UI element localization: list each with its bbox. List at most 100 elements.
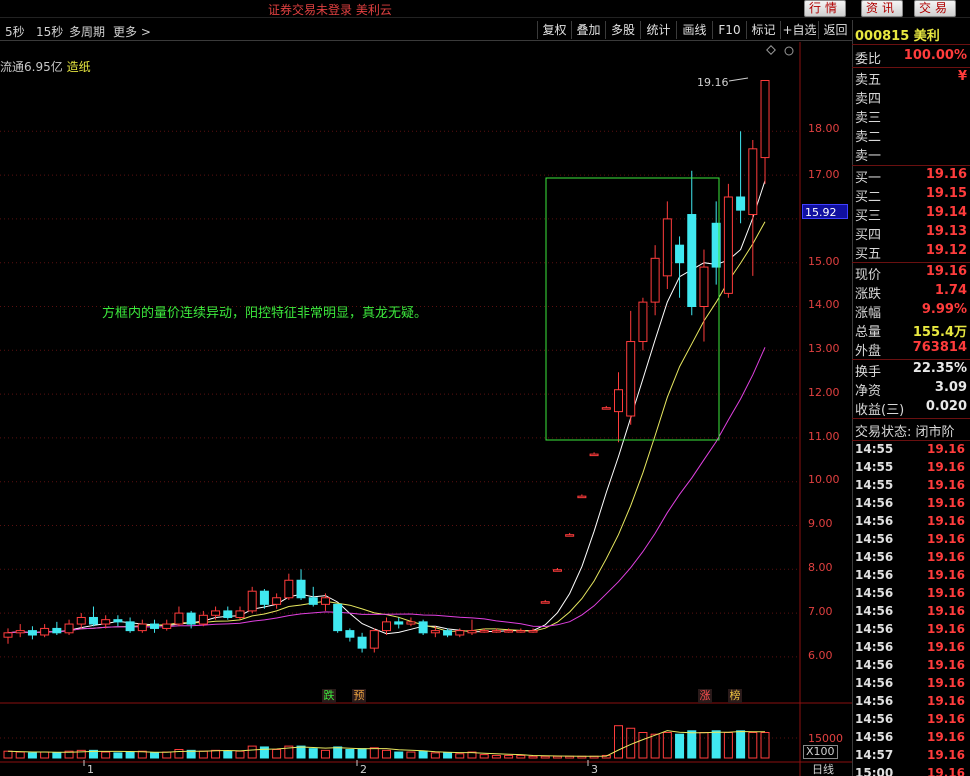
stat-row[interactable]: 外盘 763814 — [853, 340, 969, 359]
f10-button[interactable]: F10 — [712, 21, 746, 39]
tick-row: 14:56 19.16 — [853, 658, 969, 676]
tick-price: 19.16 — [927, 532, 965, 546]
settings-icon — [784, 46, 794, 56]
marker-rank[interactable]: 榜 — [728, 689, 742, 703]
sell-level-row[interactable]: 卖三 — [853, 107, 969, 126]
candle-body — [369, 630, 379, 649]
candle-body — [247, 590, 257, 612]
sell-level-row[interactable]: 卖一 — [853, 145, 969, 164]
tick-time: 14:56 — [855, 550, 894, 564]
stat-label: 总量 — [855, 325, 882, 340]
trade-button[interactable]: 交易 — [914, 0, 956, 17]
stat-row[interactable]: 总量 155.4万 — [853, 321, 969, 340]
more-menu[interactable]: 更多 > — [113, 23, 151, 40]
candle-body — [540, 601, 550, 604]
buy-level-value: 19.16 — [925, 167, 967, 182]
tick-price: 19.16 — [927, 712, 965, 726]
volume-bar — [357, 748, 367, 759]
buy-level-row[interactable]: 买四 19.13 — [853, 224, 969, 243]
ma5-line — [7, 180, 766, 635]
stat-row[interactable]: 现价 19.16 — [853, 264, 969, 283]
volume-bar — [113, 752, 123, 759]
divider — [852, 67, 970, 68]
tick-time: 14:56 — [855, 496, 894, 510]
tick-price: 19.16 — [927, 586, 965, 600]
buy-level-value: 19.14 — [925, 205, 967, 220]
tick-price: 19.16 — [927, 694, 965, 708]
stat-row[interactable]: 涨跌 1.74 — [853, 283, 969, 302]
volume-bar — [638, 732, 648, 759]
tick-row: 14:56 19.16 — [853, 694, 969, 712]
tick-time: 14:56 — [855, 532, 894, 546]
multi-stock-button[interactable]: 多股 — [605, 21, 640, 39]
candle-body — [52, 627, 62, 634]
buy-level-row[interactable]: 买二 19.15 — [853, 186, 969, 205]
statistics-button[interactable]: 统计 — [640, 21, 676, 39]
volume-bar — [27, 752, 37, 759]
candle-body — [626, 341, 636, 417]
y-label-8: 8.00 — [808, 561, 833, 574]
weibi-label: 委比 — [855, 52, 882, 67]
volume-bar — [40, 751, 50, 759]
candle-body — [589, 453, 599, 457]
marker-fall[interactable]: 跌 — [322, 689, 336, 703]
tick-row: 14:56 19.16 — [853, 640, 969, 658]
draw-line-button[interactable]: 画线 — [676, 21, 712, 39]
multi-period-button[interactable]: 多周期 — [69, 23, 105, 40]
candle-body — [40, 627, 50, 636]
stat-extra-row[interactable]: 收益(三) 0.020 — [853, 399, 969, 418]
y-label-14: 14.00 — [808, 298, 840, 311]
candle-body — [748, 148, 758, 216]
candle-body — [198, 614, 208, 625]
news-button[interactable]: 资讯 — [861, 0, 903, 17]
tick-row: 14:56 19.16 — [853, 712, 969, 730]
candle-body — [174, 612, 184, 625]
adjust-button[interactable]: 复权 — [537, 21, 571, 39]
candle-body — [101, 619, 111, 625]
marker-warning[interactable]: 预 — [352, 689, 366, 703]
overlay-button[interactable]: 叠加 — [571, 21, 605, 39]
tick-time: 14:56 — [855, 640, 894, 654]
candle-body — [491, 630, 501, 633]
marker-rise[interactable]: 涨 — [698, 689, 712, 703]
stock-code-name: 000815 美利 — [855, 29, 940, 44]
sell-level-row[interactable]: 卖四 — [853, 88, 969, 107]
candle-body — [308, 597, 318, 605]
buy-level-label: 买二 — [855, 190, 882, 205]
buy-level-row[interactable]: 买五 19.12 — [853, 243, 969, 262]
period-15s[interactable]: 15秒 — [36, 23, 63, 40]
add-watchlist-button[interactable]: +自选 — [780, 21, 818, 39]
volume-bar — [259, 746, 269, 759]
volume-bar — [235, 750, 245, 759]
tick-row: 14:56 19.16 — [853, 550, 969, 568]
stat-extra-row[interactable]: 净资 3.09 — [853, 380, 969, 399]
back-button[interactable]: 返回 — [818, 21, 852, 39]
tick-time: 14:56 — [855, 658, 894, 672]
stat-row[interactable]: 涨幅 9.99% — [853, 302, 969, 321]
candle-body — [150, 623, 160, 629]
candle-body — [455, 630, 465, 636]
sell-level-label: 卖一 — [855, 149, 882, 164]
volume-bar — [150, 752, 160, 759]
candle-body — [272, 597, 282, 605]
buy-level-row[interactable]: 买一 19.16 — [853, 167, 969, 186]
candle-body — [443, 630, 453, 636]
buy-level-label: 买四 — [855, 228, 882, 243]
buy-level-row[interactable]: 买三 19.14 — [853, 205, 969, 224]
mark-button[interactable]: 标记 — [746, 21, 780, 39]
tick-row: 15:00 19.16 — [853, 766, 969, 776]
volume-bar — [455, 753, 465, 759]
kline-chart[interactable] — [0, 42, 852, 776]
sell-level-row[interactable]: 卖二 — [853, 126, 969, 145]
stat-extra-row[interactable]: 换手 22.35% — [853, 361, 969, 380]
industry-tag[interactable]: 造纸 — [67, 60, 91, 74]
y-label-6: 6.00 — [808, 649, 833, 662]
float-cap-text: 流通6.95亿 — [0, 60, 63, 74]
float-cap-info: 流通6.95亿 造纸 — [0, 58, 91, 75]
tick-price: 19.16 — [927, 478, 965, 492]
period-label[interactable]: 日线 — [812, 761, 834, 776]
tick-row: 14:56 19.16 — [853, 514, 969, 532]
period-5s[interactable]: 5秒 — [5, 23, 25, 40]
quotes-button[interactable]: 行情 — [804, 0, 846, 17]
sell-level-row[interactable]: 卖五 ¥ — [853, 69, 969, 88]
